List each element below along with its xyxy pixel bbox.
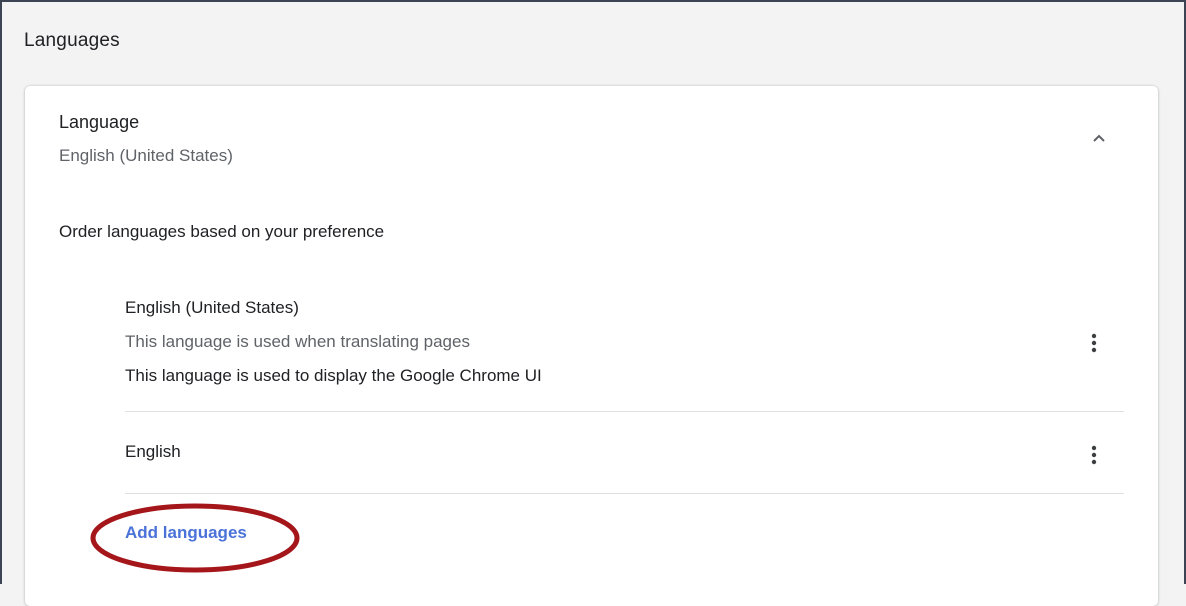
language-row-english: English xyxy=(125,412,1124,494)
order-languages-label: Order languages based on your preference xyxy=(59,222,385,241)
language-menu-button[interactable] xyxy=(1081,328,1107,358)
language-card: Language English (United States) Order l… xyxy=(25,86,1158,606)
more-vert-icon xyxy=(1091,333,1097,353)
language-name: English xyxy=(125,442,181,461)
language-name: English (United States) xyxy=(125,298,299,317)
chevron-up-icon xyxy=(1093,134,1105,142)
language-note-translate: This language is used when translating p… xyxy=(125,332,470,351)
language-header-title: Language xyxy=(59,112,140,132)
language-note-ui: This language is used to display the Goo… xyxy=(125,366,542,385)
language-menu-button[interactable] xyxy=(1081,440,1107,470)
settings-window: Languages Language English (United State… xyxy=(0,0,1186,606)
section-title: Languages xyxy=(24,30,120,51)
more-vert-icon xyxy=(1091,445,1097,465)
current-language: English (United States) xyxy=(59,146,233,165)
add-languages-link[interactable]: Add languages xyxy=(125,523,247,543)
language-row-english-us: English (United States) This language is… xyxy=(125,290,1124,412)
collapse-button[interactable] xyxy=(1085,124,1113,152)
